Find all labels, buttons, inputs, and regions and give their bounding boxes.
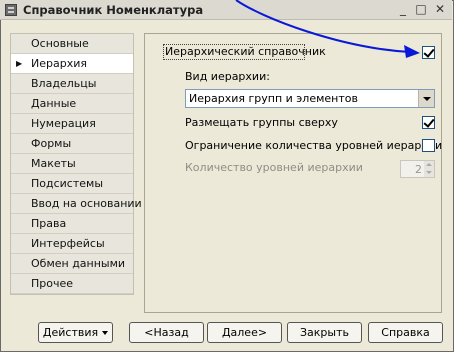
next-button[interactable]: Далее> (207, 322, 282, 343)
hierarchy-type-select[interactable]: Иерархия групп и элементов (185, 89, 435, 108)
tab-label: Владельцы (31, 77, 97, 90)
maximize-button[interactable]: □ (413, 2, 429, 18)
close-button[interactable]: ✕ (432, 2, 448, 18)
tab-label: Макеты (31, 157, 76, 170)
window-title: Справочник Номенклатура (23, 3, 204, 17)
actions-button[interactable]: Действия (38, 322, 113, 343)
tab-item[interactable]: Нумерация (11, 114, 133, 134)
hierarchy-type-value: Иерархия групп и элементов (189, 92, 358, 105)
hierarchical-directory-label: Иерархический справочник (165, 45, 326, 58)
levels-count-spinner[interactable]: 2 (400, 160, 435, 178)
tab-list: Основные ▶ Иерархия Владельцы Данные Нумераци… (10, 33, 142, 295)
app-icon (5, 4, 17, 16)
title-bar[interactable]: Справочник Номенклатура _ □ ✕ (0, 0, 452, 20)
dropdown-arrow-icon[interactable] (418, 90, 434, 107)
help-button[interactable]: Справка (368, 322, 443, 343)
groups-on-top-label: Размещать группы сверху (185, 116, 338, 129)
tab-label: Основные (31, 37, 89, 50)
hierarchy-type-label: Вид иерархии: (185, 70, 270, 83)
tab-label: Ввод на основании (31, 197, 142, 210)
tab-label: Интерфейсы (31, 237, 105, 250)
tab-item[interactable]: Обмен данными (11, 254, 133, 274)
levels-count-value: 2 (415, 163, 422, 176)
tab-item[interactable]: Ввод на основании (11, 194, 142, 214)
tab-label: Данные (31, 97, 77, 110)
tab-item[interactable]: Прочее (11, 274, 133, 294)
tab-label: Права (31, 217, 67, 230)
close-dialog-button[interactable]: Закрыть (287, 322, 362, 343)
actions-button-label: Действия (42, 326, 99, 339)
tab-label: Иерархия (31, 57, 87, 70)
tab-item[interactable]: Права (11, 214, 133, 234)
tab-item[interactable]: Макеты (11, 154, 133, 174)
tab-label: Формы (31, 137, 72, 150)
active-tab-marker-icon: ▶ (16, 59, 23, 68)
limit-levels-checkbox[interactable] (422, 139, 435, 152)
spin-down-icon[interactable] (424, 169, 434, 177)
tab-item[interactable]: Данные (11, 94, 133, 114)
chevron-down-icon (102, 331, 108, 335)
tab-item[interactable]: Интерфейсы (11, 234, 133, 254)
hierarchical-directory-checkbox[interactable] (422, 46, 435, 59)
groups-on-top-checkbox[interactable] (422, 116, 435, 129)
minimize-button[interactable]: _ (395, 2, 411, 18)
tab-item[interactable]: Формы (11, 134, 133, 154)
tab-item[interactable]: ▶ Иерархия (11, 54, 133, 74)
tab-item[interactable]: Подсистемы (11, 174, 133, 194)
tab-label: Прочее (31, 277, 74, 290)
tab-label: Обмен данными (31, 257, 126, 270)
tab-label: Подсистемы (31, 177, 104, 190)
tab-item[interactable]: Владельцы (11, 74, 133, 94)
tab-label: Нумерация (31, 117, 96, 130)
levels-count-label: Количество уровней иерархии (185, 161, 363, 174)
limit-levels-label: Ограничение количества уровней иерархии (185, 139, 443, 152)
tab-item[interactable]: Основные (11, 34, 133, 54)
back-button[interactable]: <Назад (129, 322, 204, 343)
